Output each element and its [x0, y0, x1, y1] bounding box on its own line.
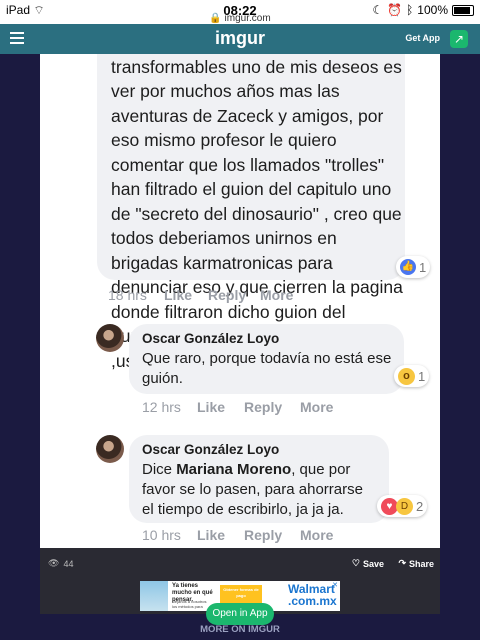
more-button[interactable]: More — [260, 287, 293, 303]
reply-time: 10 hrs — [142, 527, 181, 543]
more-button[interactable]: More — [300, 399, 333, 415]
get-app-link[interactable]: Get App — [405, 33, 440, 43]
save-button[interactable]: ♡ Save — [352, 558, 384, 569]
like-reaction-icon: 👍 — [400, 259, 416, 275]
more-on-imgur-link[interactable]: MORE ON IMGUR — [0, 624, 480, 635]
reply-time: 12 hrs — [142, 399, 181, 415]
ad-brand: Walmart .com.mx — [288, 582, 337, 608]
avatar[interactable] — [96, 324, 124, 352]
ad-photo — [140, 581, 168, 611]
battery-icon — [452, 4, 474, 16]
share-button[interactable]: ↷ Share — [398, 558, 434, 569]
avatar[interactable] — [96, 435, 124, 463]
reply-text: Dice Mariana Moreno, que por favor se lo… — [142, 461, 363, 518]
reply-button[interactable]: Reply — [244, 527, 300, 543]
ad-subtext: Déjanos a nosotros los métodos para — [172, 599, 207, 609]
like-button[interactable]: Like — [164, 287, 208, 303]
moon-icon: ☾ — [372, 3, 384, 17]
like-button[interactable]: Like — [197, 527, 244, 543]
reaction-badge[interactable]: o 1 — [394, 365, 430, 387]
share-icon: ↷ — [398, 558, 406, 568]
view-count: 👁 44 — [48, 558, 74, 569]
reaction-badge[interactable]: 👍 1 — [396, 256, 431, 278]
status-bar: iPad ⌔ 08:22 🔒 imgur.com ☾ ⏰ ᛒ 100% — [0, 0, 480, 24]
reply-text: Que raro, porque todavía no está ese gui… — [142, 350, 392, 387]
status-right: ☾ ⏰ ᛒ 100% — [372, 3, 474, 17]
reply-actions: 10 hrs Like Reply More — [142, 527, 333, 543]
app-download-icon[interactable]: ↗ — [450, 30, 468, 48]
post-footer: 👁 44 ♡ Save ↷ Share — [40, 548, 440, 578]
eye-icon: 👁 — [48, 558, 60, 568]
laugh-reaction-icon: D — [396, 497, 413, 515]
reply-button[interactable]: Reply — [244, 399, 300, 415]
comment-bubble: de la historieta Karmatron y los transfo… — [97, 54, 405, 371]
reaction-badge[interactable]: ♥ D 2 — [377, 495, 428, 517]
battery-percent: 100% — [417, 3, 448, 17]
reply-author[interactable]: Oscar González Loyo — [142, 331, 279, 346]
ad-close-icon[interactable]: ✕ — [331, 582, 339, 590]
reply-button[interactable]: Reply — [208, 287, 260, 303]
reply-author[interactable]: Oscar González Loyo — [142, 442, 279, 457]
comment-actions: 18 hrs Like Reply More — [108, 287, 293, 303]
ad-cta-button[interactable]: Obtener formas de pago — [220, 585, 262, 603]
top-bar: imgur Get App ↗ — [0, 24, 480, 54]
post-image: de la historieta Karmatron y los transfo… — [40, 54, 440, 548]
comment-time: 18 hrs — [108, 287, 147, 303]
mentioned-user[interactable]: Mariana Moreno — [176, 461, 291, 478]
wow-reaction-icon: o — [398, 367, 415, 385]
alarm-icon: ⏰ — [387, 3, 403, 17]
open-in-app-button[interactable]: Open in App — [206, 603, 274, 625]
like-button[interactable]: Like — [197, 399, 244, 415]
reply-actions: 12 hrs Like Reply More — [142, 399, 333, 415]
bluetooth-icon: ᛒ — [406, 3, 414, 17]
more-button[interactable]: More — [300, 527, 333, 543]
heart-icon: ♡ — [351, 558, 360, 568]
